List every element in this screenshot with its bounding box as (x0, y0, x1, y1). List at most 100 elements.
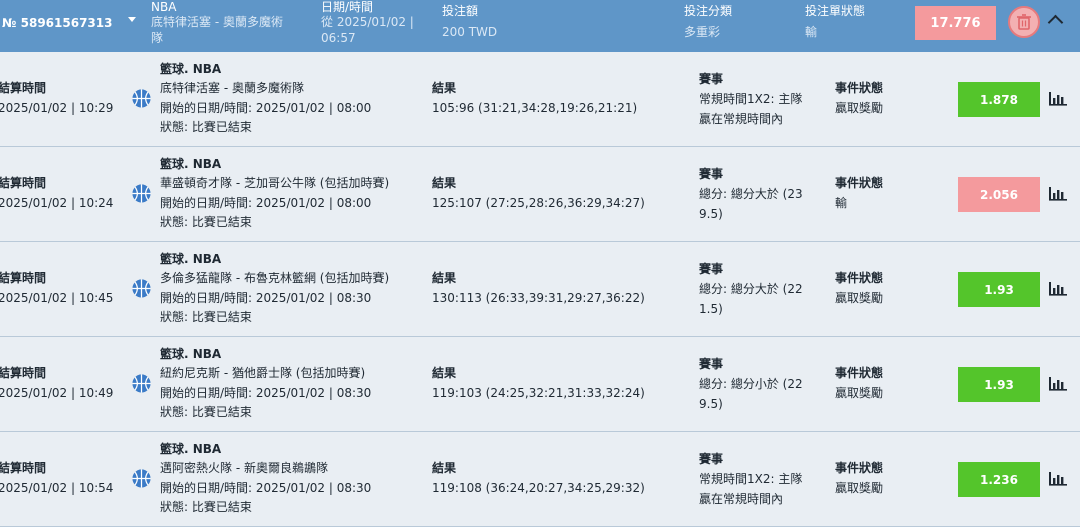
result-score: 125:107 (27:25,28:26,36:29,34:27) (432, 196, 645, 210)
settle-time: 2025/01/02 | 10:49 (0, 386, 114, 400)
match-name[interactable]: 多倫多猛龍隊 - 布魯克林籃網 (包括加時賽) (160, 268, 389, 288)
bet-status-column: 投注單狀態 輸 (805, 4, 865, 40)
bar-chart-icon[interactable] (1048, 91, 1068, 106)
match-name[interactable]: 華盛頓奇才隊 - 芝加哥公牛隊 (包括加時賽) (160, 173, 389, 193)
settle-time: 2025/01/02 | 10:54 (0, 481, 114, 495)
league-column: NBA 底特律活塞 - 奧蘭多魔術 隊 (151, 0, 283, 46)
bet-category-column: 投注分類 多重彩 (684, 4, 732, 40)
result-score: 119:103 (24:25,32:21,31:33,32:24) (432, 386, 645, 400)
match-name[interactable]: 底特律活塞 - 奧蘭多魔術隊 (160, 78, 371, 98)
basketball-icon (132, 374, 151, 393)
market-line-1: 常規時間1X2: 主隊 (699, 472, 803, 486)
match-status: 狀態: 比賽已結束 (160, 120, 252, 134)
event-status-value: 輸 (835, 196, 848, 210)
result-score: 105:96 (31:21,34:28,19:26,21:21) (432, 101, 638, 115)
result-label: 結果 (432, 461, 457, 475)
market-column: 賽事 常規時間1X2: 主隊 贏在常規時間內 (699, 69, 811, 129)
event-column: 籃球. NBA 多倫多猛龍隊 - 布魯克林籃網 (包括加時賽) 開始的日期/時間… (160, 250, 389, 326)
start-datetime: 開始的日期/時間: 2025/01/02 | 08:30 (160, 291, 372, 305)
settle-time: 2025/01/02 | 10:45 (0, 291, 114, 305)
settle-label: 結算時間 (0, 176, 47, 190)
delete-bet-button[interactable] (1008, 6, 1040, 38)
selection-row: 結算時間 2025/01/02 | 10:54 籃球. NBA 邁阿密熱火隊 -… (0, 432, 1080, 527)
league-name: 籃球. NBA (160, 157, 222, 171)
settle-label: 結算時間 (0, 271, 47, 285)
market-line-2: 9.5) (699, 207, 723, 221)
selection-row: 結算時間 2025/01/02 | 10:29 籃球. NBA 底特律活塞 - … (0, 52, 1080, 147)
market-label: 賽事 (699, 167, 724, 181)
bar-chart-icon[interactable] (1048, 281, 1068, 296)
market-line-2: 贏在常規時間內 (699, 112, 784, 126)
basketball-icon (132, 279, 151, 298)
selection-row: 結算時間 2025/01/02 | 10:24 籃球. NBA 華盛頓奇才隊 -… (0, 147, 1080, 242)
total-odds-badge: 17.776 (915, 6, 996, 40)
settle-time: 2025/01/02 | 10:29 (0, 101, 114, 115)
selection-row: 結算時間 2025/01/02 | 10:45 籃球. NBA 多倫多猛龍隊 -… (0, 242, 1080, 337)
match-name[interactable]: 紐約尼克斯 - 猶他爵士隊 (包括加時賽) (160, 363, 371, 383)
league-name: 籃球. NBA (160, 252, 222, 266)
event-status-column: 事件狀態 贏取獎勵 (835, 363, 883, 403)
event-column: 籃球. NBA 紐約尼克斯 - 猶他爵士隊 (包括加時賽) 開始的日期/時間: … (160, 345, 371, 421)
collapse-chevron-up-icon[interactable] (1047, 14, 1064, 31)
match-name[interactable]: 邁阿密熱火隊 - 新奧爾良鵜鶘隊 (160, 458, 371, 478)
result-score: 119:108 (36:24,20:27,34:25,29:32) (432, 481, 645, 495)
event-status-column: 事件狀態 輸 (835, 173, 883, 213)
odds-badge: 1.878 (958, 82, 1040, 117)
result-column: 結果 119:108 (36:24,20:27,34:25,29:32) (432, 458, 645, 498)
market-line-1: 常規時間1X2: 主隊 (699, 92, 803, 106)
bet-slip-header[interactable]: № 58961567313 NBA 底特律活塞 - 奧蘭多魔術 隊 日期/時間 … (0, 0, 1080, 52)
market-line-1: 總分: 總分小於 (22 (699, 377, 803, 391)
market-line-2: 1.5) (699, 302, 723, 316)
event-status-column: 事件狀態 贏取獎勵 (835, 268, 883, 308)
settle-label: 結算時間 (0, 81, 47, 95)
bar-chart-icon[interactable] (1048, 471, 1068, 486)
bet-status-value: 輸 (805, 25, 818, 39)
league-match: 底特律活塞 - 奧蘭多魔術 (151, 15, 283, 29)
settle-time: 2025/01/02 | 10:24 (0, 196, 114, 210)
result-column: 結果 105:96 (31:21,34:28,19:26,21:21) (432, 78, 637, 118)
basketball-icon (132, 89, 151, 108)
start-datetime: 開始的日期/時間: 2025/01/02 | 08:00 (160, 101, 372, 115)
match-status: 狀態: 比賽已結束 (160, 405, 252, 419)
league-match-wrap: 隊 (151, 31, 164, 45)
bet-selections-list: 結算時間 2025/01/02 | 10:29 籃球. NBA 底特律活塞 - … (0, 52, 1080, 527)
result-label: 結果 (432, 81, 457, 95)
market-column: 賽事 總分: 總分大於 (22 1.5) (699, 259, 811, 319)
result-column: 結果 125:107 (27:25,28:26,36:29,34:27) (432, 173, 645, 213)
event-status-label: 事件狀態 (835, 81, 884, 95)
market-column: 賽事 常規時間1X2: 主隊 贏在常規時間內 (699, 449, 811, 509)
event-column: 籃球. NBA 華盛頓奇才隊 - 芝加哥公牛隊 (包括加時賽) 開始的日期/時間… (160, 155, 389, 231)
bet-status-label: 投注單狀態 (805, 4, 866, 18)
result-label: 結果 (432, 271, 457, 285)
datetime-value-wrap: 06:57 (321, 31, 356, 45)
caret-down-icon[interactable] (128, 17, 136, 22)
event-status-label: 事件狀態 (835, 271, 884, 285)
market-column: 賽事 總分: 總分大於 (23 9.5) (699, 164, 811, 224)
bet-category-label: 投注分類 (684, 4, 733, 18)
odds-badge: 1.93 (958, 272, 1040, 307)
event-status-label: 事件狀態 (835, 461, 884, 475)
league-name: 籃球. NBA (160, 347, 222, 361)
match-status: 狀態: 比賽已結束 (160, 500, 252, 514)
event-column: 籃球. NBA 邁阿密熱火隊 - 新奧爾良鵜鶘隊 開始的日期/時間: 2025/… (160, 440, 371, 516)
settle-column: 結算時間 2025/01/02 | 10:29 (0, 78, 113, 118)
stake-column: 投注額 200 TWD (442, 4, 497, 40)
bet-category-value: 多重彩 (684, 25, 721, 39)
stake-label: 投注額 (442, 4, 479, 18)
datetime-column: 日期/時間 從 2025/01/02 | 06:57 (321, 0, 414, 46)
league-title: NBA (151, 0, 177, 14)
start-datetime: 開始的日期/時間: 2025/01/02 | 08:00 (160, 196, 372, 210)
event-status-value: 贏取獎勵 (835, 291, 884, 305)
bar-chart-icon[interactable] (1048, 186, 1068, 201)
market-line-2: 9.5) (699, 397, 723, 411)
settle-column: 結算時間 2025/01/02 | 10:54 (0, 458, 113, 498)
selection-row: 結算時間 2025/01/02 | 10:49 籃球. NBA 紐約尼克斯 - … (0, 337, 1080, 432)
basketball-icon (132, 184, 151, 203)
market-label: 賽事 (699, 452, 724, 466)
result-label: 結果 (432, 366, 457, 380)
event-status-column: 事件狀態 贏取獎勵 (835, 458, 883, 498)
result-column: 結果 130:113 (26:33,39:31,29:27,36:22) (432, 268, 645, 308)
basketball-icon (132, 469, 151, 488)
market-line-1: 總分: 總分大於 (23 (699, 187, 803, 201)
bar-chart-icon[interactable] (1048, 376, 1068, 391)
